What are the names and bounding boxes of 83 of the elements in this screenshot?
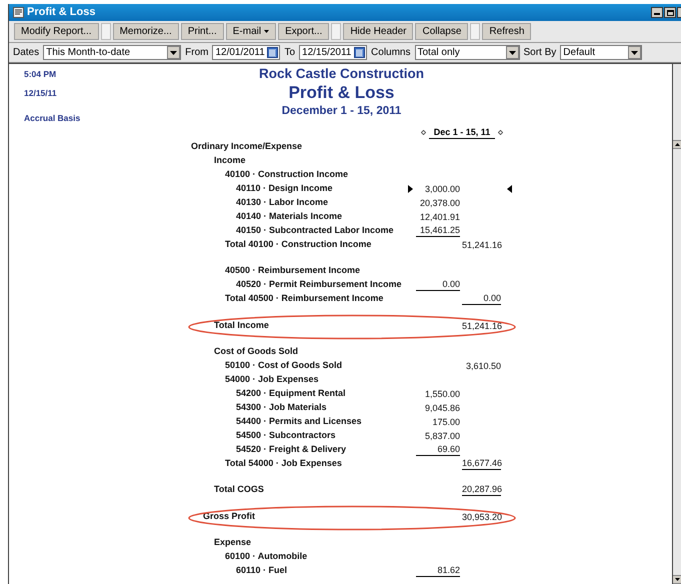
account-label[interactable]: Total 40500 · Reimbursement Income — [225, 292, 384, 306]
maximize-button[interactable] — [664, 7, 676, 18]
account-label[interactable]: Total Income — [214, 318, 269, 332]
account-label[interactable]: Total 54000 · Job Expenses — [225, 456, 342, 470]
amount-cell: 69.60 — [416, 443, 460, 456]
window-title: Profit & Loss — [27, 5, 96, 20]
account-label[interactable]: 40150 · Subcontracted Labor Income — [236, 224, 394, 238]
report-title: Profit & Loss — [288, 82, 394, 104]
account-label[interactable]: 40110 · Design Income — [236, 182, 333, 196]
amount-cell-text: 1,550.00 — [424, 388, 460, 400]
account-label[interactable]: Gross Profit — [203, 510, 256, 524]
dropdown-field[interactable]: Default — [560, 45, 642, 60]
amount-cell: 0.00 — [416, 278, 460, 292]
toolbar-button[interactable]: Hide Header — [343, 23, 414, 40]
account-label[interactable]: 60100 · Automobile — [225, 550, 308, 564]
diamond-icon[interactable] — [498, 130, 503, 135]
toolbar-button[interactable]: Collapse — [415, 23, 468, 40]
caret-icon — [264, 30, 270, 33]
amount-cell: 30,953.20 — [462, 511, 501, 524]
amount-cell-text: 5,837.00 — [424, 430, 460, 442]
amount-cell-text: 3,000.00 — [424, 183, 460, 196]
amount-cell-text: 20,378.00 — [418, 197, 460, 210]
dropdown-field[interactable]: Total only — [414, 45, 520, 60]
amount-cell: 51,241.16 — [462, 239, 501, 252]
amount-cell: 15,461.25 — [416, 224, 460, 238]
account-label[interactable]: 54200 · Equipment Rental — [236, 386, 346, 400]
amount-cell: 51,241.16 — [462, 320, 501, 332]
minimize-button[interactable] — [651, 7, 663, 18]
toolbar-button[interactable]: Print... — [180, 23, 224, 40]
amount-cell-text: 9,045.86 — [424, 402, 460, 414]
toolbar-button[interactable]: Memorize... — [112, 23, 179, 40]
account-label[interactable]: 40100 · Construction Income — [225, 168, 348, 182]
account-label[interactable]: 50100 · Cost of Goods Sold — [225, 358, 342, 372]
account-label[interactable]: 60110 · Fuel — [236, 564, 288, 578]
account-label[interactable]: 40140 · Materials Income — [236, 210, 342, 224]
account-label[interactable]: 54520 · Freight & Delivery — [236, 442, 346, 456]
toolbar-button[interactable]: Modify Report... — [14, 23, 99, 40]
account-label[interactable]: 40130 · Labor Income — [236, 196, 328, 210]
report-icon — [13, 7, 24, 18]
toolbar-button[interactable]: Refresh — [482, 23, 532, 40]
account-label[interactable]: Expense — [214, 536, 252, 550]
calendar-icon[interactable] — [267, 47, 278, 58]
row-marker-icon — [506, 185, 512, 194]
scroll-down-arrow-icon[interactable] — [673, 575, 681, 584]
filter-label: To — [284, 46, 296, 60]
scroll-up-arrow-icon[interactable] — [673, 140, 681, 149]
scrollbar[interactable] — [672, 64, 681, 584]
date-field[interactable]: 12/15/2011 — [299, 45, 368, 60]
amount-cell: 16,677.46 — [462, 457, 501, 470]
amount-cell-text: 3,610.50 — [464, 360, 501, 372]
report-basis: Accrual Basis — [24, 112, 82, 124]
account-label[interactable]: Total COGS — [214, 482, 264, 496]
row-marker-icon — [408, 185, 412, 194]
filter-label: From — [185, 46, 208, 60]
account-label[interactable]: 54300 · Job Materials — [236, 400, 327, 414]
toolbar-button[interactable]: Export... — [278, 23, 330, 40]
amount-cell: 81.62 — [416, 564, 460, 578]
toolbar-button[interactable]: E-mail — [226, 23, 276, 40]
report-date: 12/15/11 — [24, 86, 58, 100]
diamond-icon[interactable] — [421, 130, 426, 135]
account-label[interactable]: Total 40100 · Construction Income — [225, 238, 372, 252]
account-label[interactable]: 54400 · Permits and Licenses — [236, 414, 362, 428]
account-label[interactable]: Cost of Goods Sold — [214, 344, 298, 358]
amount-cell-text: 12,401.91 — [418, 211, 460, 224]
amount-cell: 0.00 — [462, 292, 501, 306]
report-time: 5:04 PM — [24, 68, 58, 81]
filter-label: Dates — [13, 46, 40, 60]
filter-label: Sort By — [524, 46, 556, 60]
column-header[interactable]: Dec 1 - 15, 11 — [429, 126, 495, 139]
report-period: December 1 - 15, 2011 — [282, 104, 402, 119]
account-label[interactable]: 40500 · Reimbursement Income — [225, 264, 360, 278]
filter-label: Columns — [371, 46, 410, 60]
company-name: Rock Castle Construction — [258, 66, 424, 82]
calendar-icon[interactable] — [354, 47, 366, 58]
amount-cell: 20,287.96 — [462, 483, 501, 496]
dropdown-field[interactable]: This Month-to-date — [43, 45, 182, 60]
date-field[interactable]: 12/01/2011 — [212, 45, 280, 60]
account-label[interactable]: 54000 · Job Expenses — [225, 372, 319, 386]
account-label[interactable]: Income — [214, 154, 246, 168]
account-label[interactable]: 54500 · Subcontractors — [236, 428, 336, 442]
account-label[interactable]: Ordinary Income/Expense — [191, 140, 302, 154]
amount-cell-text: 175.00 — [431, 416, 460, 428]
account-label[interactable]: 40520 · Permit Reimbursement Income — [236, 278, 402, 292]
